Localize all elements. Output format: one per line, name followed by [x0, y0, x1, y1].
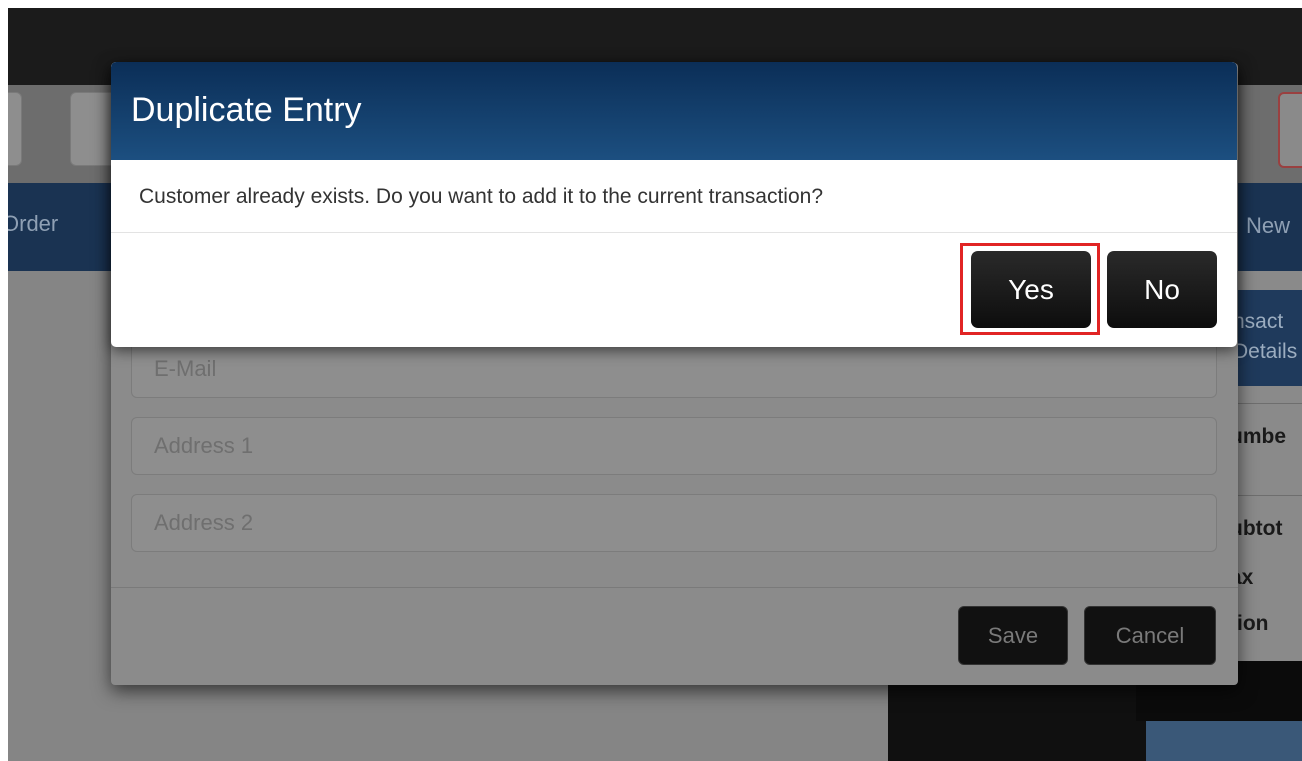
dialog-header: Duplicate Entry — [111, 62, 1237, 160]
nav-item-new[interactable]: New — [1246, 213, 1290, 239]
panel-footer-button[interactable] — [1146, 721, 1302, 761]
address1-input[interactable] — [132, 418, 1216, 474]
transaction-header-line1: nsact — [1233, 310, 1284, 333]
transaction-row-label: umbe — [1230, 425, 1287, 448]
address2-input[interactable] — [132, 495, 1216, 551]
email-input[interactable] — [132, 341, 1216, 397]
no-button[interactable]: No — [1107, 251, 1217, 328]
address2-field[interactable] — [131, 494, 1217, 552]
toolbar-button[interactable] — [1278, 92, 1302, 168]
nav-item-order[interactable]: Order — [8, 211, 58, 237]
dialog-title: Duplicate Entry — [131, 91, 362, 129]
transaction-header-line2: Details — [1233, 340, 1298, 363]
email-field[interactable] — [131, 340, 1217, 398]
save-button[interactable]: Save — [958, 606, 1068, 665]
toolbar-button[interactable] — [8, 92, 22, 166]
dialog-message: Customer already exists. Do you want to … — [139, 185, 824, 208]
dialog-divider — [111, 232, 1237, 233]
address1-field[interactable] — [131, 417, 1217, 475]
cancel-button[interactable]: Cancel — [1084, 606, 1216, 665]
panel-footer-dark — [901, 721, 1146, 761]
yes-button-highlight — [960, 243, 1100, 335]
form-divider — [111, 587, 1238, 588]
